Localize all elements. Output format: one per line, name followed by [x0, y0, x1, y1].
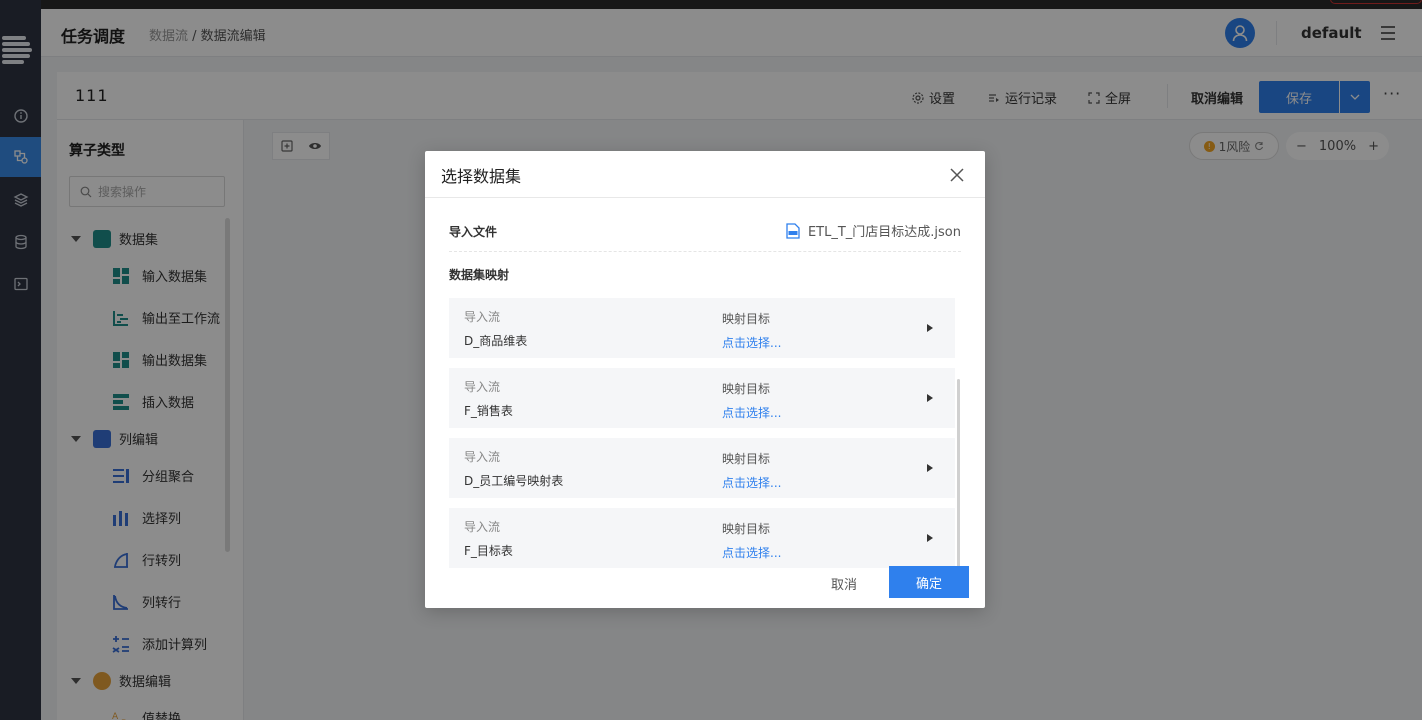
- select-target-link[interactable]: 点击选择...: [722, 404, 781, 421]
- dialog-header: 选择数据集: [425, 151, 985, 198]
- import-flow-value: D_商品维表: [464, 334, 528, 348]
- mapping-target-key: 映射目标: [722, 452, 771, 466]
- caret-right-icon[interactable]: [927, 464, 933, 472]
- caret-right-icon[interactable]: [927, 534, 933, 542]
- mapping-target-key: 映射目标: [722, 382, 771, 396]
- import-flow-key: 导入流: [464, 380, 501, 394]
- import-flow-key: 导入流: [464, 450, 501, 464]
- mapping-row[interactable]: 导入流 D_商品维表 映射目标 点击选择...: [449, 298, 955, 358]
- import-flow-value: F_销售表: [464, 404, 513, 418]
- select-target-link[interactable]: 点击选择...: [722, 334, 781, 351]
- mapping-row[interactable]: 导入流 F_销售表 映射目标 点击选择...: [449, 368, 955, 428]
- import-file: ETL_T_门店目标达成.json: [786, 221, 961, 240]
- cancel-button[interactable]: 取消: [831, 574, 857, 593]
- select-target-link[interactable]: 点击选择...: [722, 544, 781, 561]
- file-name: ETL_T_门店目标达成.json: [807, 225, 961, 240]
- import-file-label: 导入文件: [449, 225, 498, 239]
- close-icon[interactable]: [949, 167, 965, 183]
- confirm-button[interactable]: 确定: [889, 566, 969, 598]
- mapping-label: 数据集映射: [449, 268, 510, 282]
- json-file-icon: [786, 222, 800, 239]
- caret-right-icon[interactable]: [927, 324, 933, 332]
- mapping-row[interactable]: 导入流 D_员工编号映射表 映射目标 点击选择...: [449, 438, 955, 498]
- select-dataset-dialog: 选择数据集 导入文件 ETL_T_门店目标达成.json 数据集映射 导入流 D…: [425, 151, 985, 608]
- import-flow-key: 导入流: [464, 310, 501, 324]
- import-flow-key: 导入流: [464, 520, 501, 534]
- select-target-link[interactable]: 点击选择...: [722, 474, 781, 491]
- divider: [449, 251, 961, 252]
- mapping-row[interactable]: 导入流 F_目标表 映射目标 点击选择...: [449, 508, 955, 568]
- import-flow-value: D_员工编号映射表: [464, 474, 564, 488]
- import-flow-value: F_目标表: [464, 544, 513, 558]
- dialog-scrollbar[interactable]: [957, 379, 960, 569]
- dialog-title: 选择数据集: [441, 167, 522, 186]
- mapping-target-key: 映射目标: [722, 312, 771, 326]
- mapping-target-key: 映射目标: [722, 522, 771, 536]
- caret-right-icon[interactable]: [927, 394, 933, 402]
